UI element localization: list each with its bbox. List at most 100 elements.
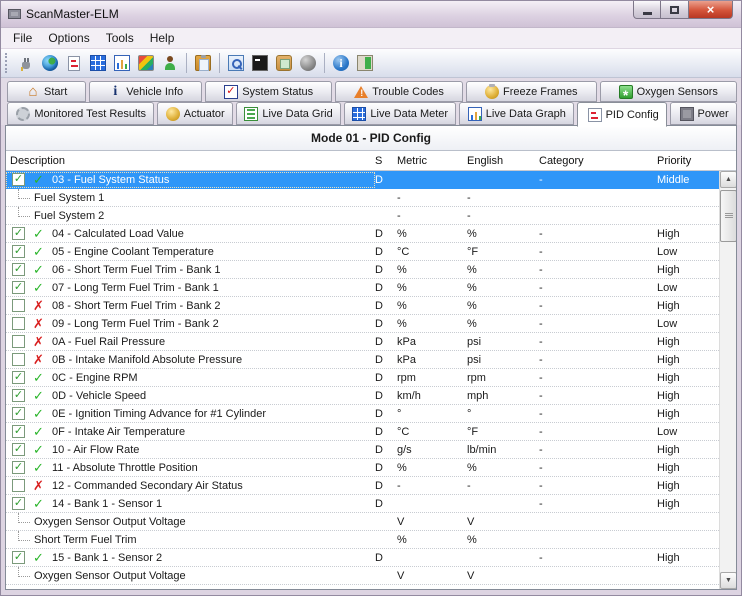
table-row[interactable]: ✓✓15 - Bank 1 - Sensor 2D-High xyxy=(6,549,719,567)
pid-checkbox[interactable]: ✓ xyxy=(12,389,25,402)
data-grid-toolbar-button[interactable] xyxy=(86,51,110,75)
pid-checkbox[interactable]: ✓ xyxy=(12,461,25,474)
tab-system-status[interactable]: System Status xyxy=(205,81,332,102)
actuator-icon xyxy=(166,107,180,121)
table-row[interactable]: Fuel System 2-- xyxy=(6,207,719,225)
tab-freeze-frames[interactable]: Freeze Frames xyxy=(466,81,597,102)
category-cell: - xyxy=(539,300,657,312)
priority-cell: High xyxy=(657,354,719,366)
pid-checkbox[interactable]: ✓ xyxy=(12,497,25,510)
pid-checkbox[interactable]: ✓ xyxy=(12,263,25,276)
exit-toolbar-button[interactable] xyxy=(353,51,377,75)
tab-trouble-codes[interactable]: Trouble Codes xyxy=(335,81,463,102)
tab-monitored-test-results[interactable]: Monitored Test Results xyxy=(7,102,154,125)
pid-checkbox[interactable] xyxy=(12,299,25,312)
table-row[interactable]: Oxygen Sensor Output VoltageVV xyxy=(6,513,719,531)
report-toolbar-button[interactable] xyxy=(62,51,86,75)
column-header-metric[interactable]: Metric xyxy=(397,155,467,167)
tab-live-data-meter[interactable]: Live Data Meter xyxy=(344,102,456,125)
table-row[interactable]: Oxygen Sensor Output VoltageVV xyxy=(6,567,719,585)
pid-checkbox[interactable]: ✓ xyxy=(12,281,25,294)
pid-checkbox[interactable] xyxy=(12,335,25,348)
toolbar-grip[interactable] xyxy=(5,53,10,73)
menu-tools[interactable]: Tools xyxy=(98,29,142,47)
console-toolbar-button[interactable] xyxy=(248,51,272,75)
tab-start[interactable]: Start xyxy=(7,81,86,102)
column-header-s[interactable]: S xyxy=(375,155,397,167)
scroll-up-button[interactable]: ▲ xyxy=(720,171,736,188)
table-row[interactable]: ✓✓11 - Absolute Throttle PositionD%%-Hig… xyxy=(6,459,719,477)
device-toolbar-button[interactable] xyxy=(272,51,296,75)
info-toolbar-button[interactable] xyxy=(329,51,353,75)
table-row[interactable]: ✗09 - Long Term Fuel Trim - Bank 2D%%-Lo… xyxy=(6,315,719,333)
globe-toolbar-button[interactable] xyxy=(38,51,62,75)
table-row[interactable]: ✓✓05 - Engine Coolant TemperatureD°C°F-L… xyxy=(6,243,719,261)
description-text: 07 - Long Term Fuel Trim - Bank 1 xyxy=(52,282,219,294)
menu-file[interactable]: File xyxy=(5,29,40,47)
column-header-category[interactable]: Category xyxy=(539,155,657,167)
table-row[interactable]: ✓✓10 - Air Flow RateDg/slb/min-High xyxy=(6,441,719,459)
vertical-scrollbar[interactable]: ▲ ▼ xyxy=(719,171,736,589)
list-green-icon xyxy=(244,107,258,121)
supported-check-icon: ✓ xyxy=(31,460,46,476)
sphere-toolbar-button[interactable] xyxy=(296,51,320,75)
priority-cell: Low xyxy=(657,246,719,258)
tab-pid-config[interactable]: PID Config xyxy=(577,102,667,127)
tab-oxygen-sensors[interactable]: Oxygen Sensors xyxy=(600,81,737,102)
pid-checkbox[interactable] xyxy=(12,479,25,492)
column-header-description[interactable]: Description xyxy=(6,155,375,167)
pid-checkbox[interactable]: ✓ xyxy=(12,173,25,186)
priority-cell: Low xyxy=(657,318,719,330)
table-row[interactable]: ✓✓03 - Fuel System StatusD-Middle xyxy=(6,171,719,189)
table-row[interactable]: ✗12 - Commanded Secondary Air StatusD---… xyxy=(6,477,719,495)
metric-cell: g/s xyxy=(397,444,467,456)
scroll-down-button[interactable]: ▼ xyxy=(720,572,736,589)
table-row[interactable]: ✗0B - Intake Manifold Absolute PressureD… xyxy=(6,351,719,369)
pid-checkbox[interactable]: ✓ xyxy=(12,443,25,456)
scroll-thumb[interactable] xyxy=(720,190,736,242)
close-button[interactable]: × xyxy=(689,1,733,19)
menu-help[interactable]: Help xyxy=(142,29,183,47)
table-row[interactable]: ✓✓0E - Ignition Timing Advance for #1 Cy… xyxy=(6,405,719,423)
report-icon xyxy=(68,56,80,71)
column-header-priority[interactable]: Priority xyxy=(657,155,719,167)
minimize-button[interactable] xyxy=(633,1,661,19)
bar-chart-toolbar-button[interactable] xyxy=(110,51,134,75)
pid-checkbox[interactable]: ✓ xyxy=(12,551,25,564)
tab-live-data-graph[interactable]: Live Data Graph xyxy=(459,102,574,125)
gallery-toolbar-button[interactable] xyxy=(134,51,158,75)
table-row[interactable]: ✓✓14 - Bank 1 - Sensor 1D-High xyxy=(6,495,719,513)
search-window-toolbar-button[interactable] xyxy=(224,51,248,75)
table-row[interactable]: Fuel System 1-- xyxy=(6,189,719,207)
tab-live-data-grid[interactable]: Live Data Grid xyxy=(236,102,341,125)
pid-checkbox[interactable]: ✓ xyxy=(12,425,25,438)
table-row[interactable]: ✓✓0D - Vehicle SpeedDkm/hmph-High xyxy=(6,387,719,405)
table-row[interactable]: ✓✓06 - Short Term Fuel Trim - Bank 1D%%-… xyxy=(6,261,719,279)
table-row[interactable]: ✓✓0C - Engine RPMDrpmrpm-High xyxy=(6,369,719,387)
user-toolbar-button[interactable] xyxy=(158,51,182,75)
table-row[interactable]: ✗0A - Fuel Rail PressureDkPapsi-High xyxy=(6,333,719,351)
menu-options[interactable]: Options xyxy=(40,29,97,47)
tab-vehicle-info[interactable]: Vehicle Info xyxy=(89,81,202,102)
table-row[interactable]: ✓✓0F - Intake Air TemperatureD°C°F-Low xyxy=(6,423,719,441)
table-row[interactable]: ✓✓07 - Long Term Fuel Trim - Bank 1D%%-L… xyxy=(6,279,719,297)
priority-cell: High xyxy=(657,228,719,240)
plug-toolbar-button[interactable] xyxy=(14,51,38,75)
pid-checkbox[interactable]: ✓ xyxy=(12,227,25,240)
maximize-button[interactable] xyxy=(661,1,689,19)
pid-checkbox[interactable]: ✓ xyxy=(12,245,25,258)
clipboard-toolbar-button[interactable] xyxy=(191,51,215,75)
pid-checkbox[interactable] xyxy=(12,353,25,366)
pid-checkbox[interactable]: ✓ xyxy=(12,371,25,384)
tab-actuator[interactable]: Actuator xyxy=(157,102,233,125)
column-header-english[interactable]: English xyxy=(467,155,539,167)
tab-power[interactable]: Power xyxy=(670,102,737,125)
priority-cell: High xyxy=(657,372,719,384)
table-row[interactable]: Short Term Fuel Trim%% xyxy=(6,531,719,549)
table-row[interactable]: ✗08 - Short Term Fuel Trim - Bank 2D%%-H… xyxy=(6,297,719,315)
description-text: 15 - Bank 1 - Sensor 2 xyxy=(52,552,162,564)
table-row[interactable]: ✓✓04 - Calculated Load ValueD%%-High xyxy=(6,225,719,243)
pid-checkbox[interactable] xyxy=(12,317,25,330)
title-bar[interactable]: ScanMaster-ELM × xyxy=(1,1,741,28)
pid-checkbox[interactable]: ✓ xyxy=(12,407,25,420)
